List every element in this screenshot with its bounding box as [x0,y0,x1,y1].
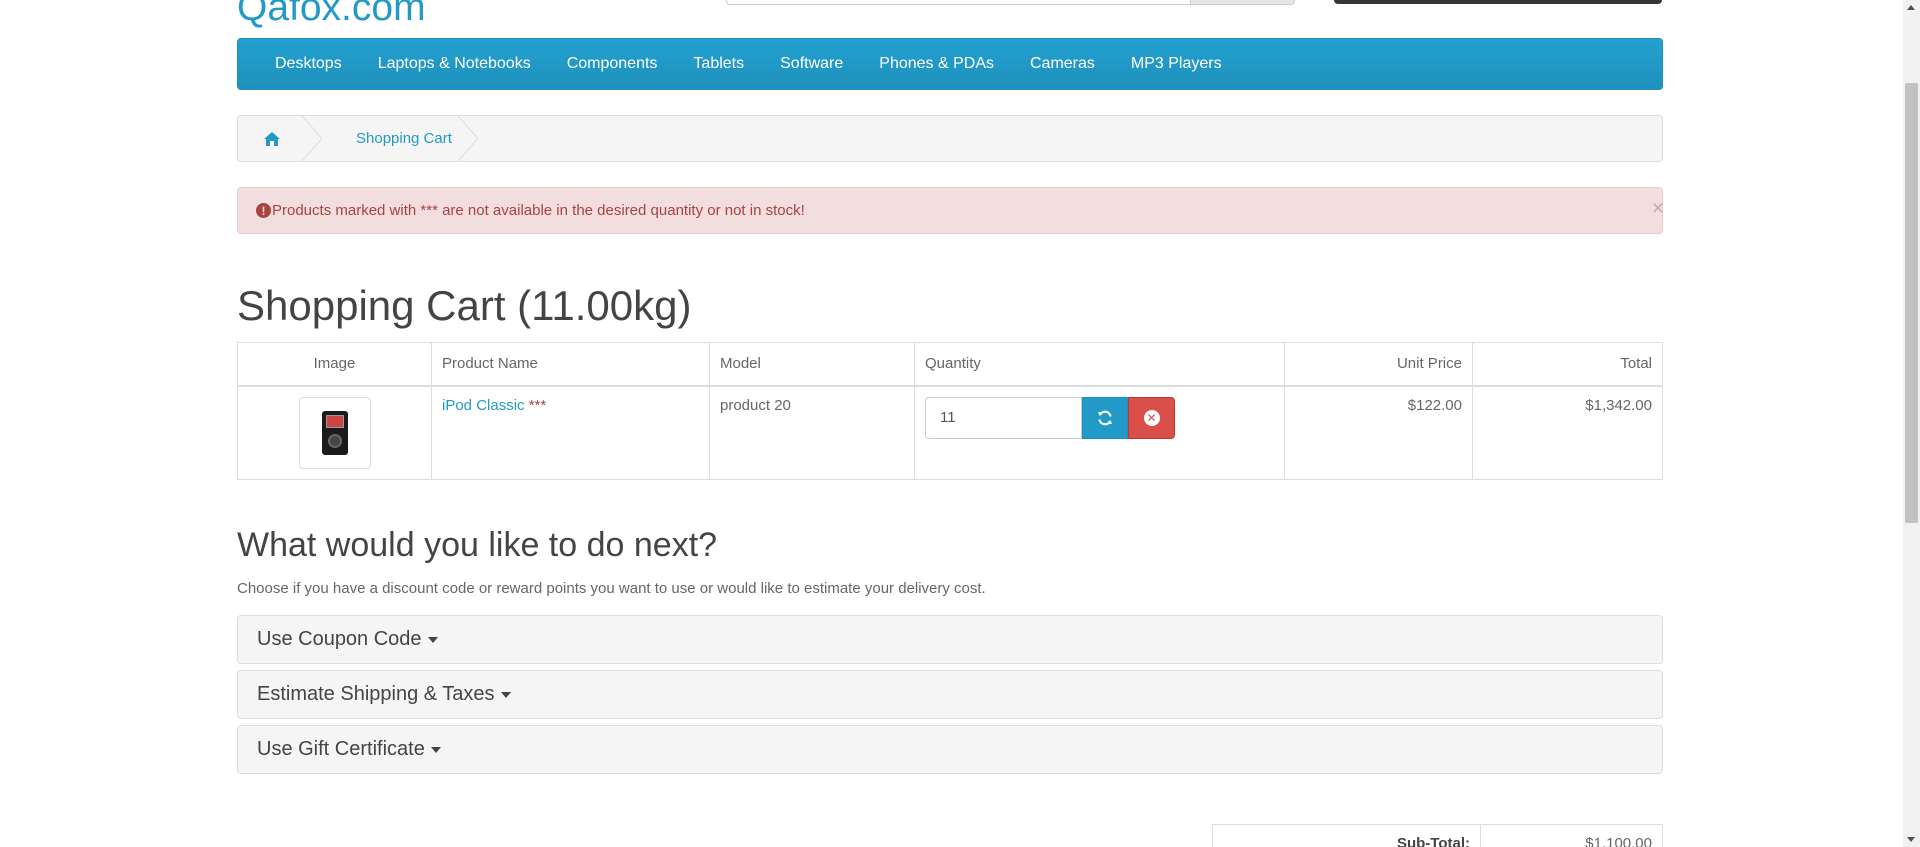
line-total: $1,342.00 [1472,385,1663,480]
nav-item-mp3-players[interactable]: MP3 Players [1113,38,1240,90]
cart-button[interactable] [1334,0,1662,4]
stock-alert: ! Products marked with *** are not avail… [237,187,1664,234]
shipping-panel-label: Estimate Shipping & Taxes [257,683,495,705]
update-button[interactable] [1082,396,1128,439]
remove-button[interactable]: ✕ [1128,396,1175,439]
nav-item-components[interactable]: Components [549,38,676,90]
alert-message: Products marked with *** are not availab… [272,202,805,219]
quantity-group: 11 ✕ [925,396,1274,439]
main-navbar: Desktops Laptops & Notebooks Components … [237,38,1663,90]
nav-item-phones[interactable]: Phones & PDAs [861,38,1012,90]
quantity-input[interactable]: 11 [925,396,1082,439]
search-button[interactable] [1190,0,1295,5]
scroll-thumb[interactable] [1905,83,1918,523]
times-circle-icon: ✕ [1143,409,1160,426]
product-name-link[interactable]: iPod Classic [442,397,525,414]
site-logo[interactable]: Qafox.com [237,0,426,27]
quantity-cell: 11 ✕ [914,385,1285,480]
column-header-model: Model [709,342,915,386]
caret-down-icon [427,636,438,643]
nav-item-desktops[interactable]: Desktops [257,38,360,90]
nav-item-software[interactable]: Software [762,38,861,90]
scroll-down-arrow-icon[interactable] [1907,837,1915,842]
exclamation-circle-icon: ! [256,203,271,218]
product-thumbnail[interactable] [298,396,371,469]
caret-down-icon [500,691,511,698]
next-steps-description: Choose if you have a discount code or re… [237,580,986,597]
refresh-icon [1098,410,1112,425]
nav-item-tablets[interactable]: Tablets [675,38,762,90]
column-header-product-name: Product Name [431,342,710,386]
breadcrumb-separator [457,116,478,161]
column-header-quantity: Quantity [914,342,1285,386]
shipping-panel-toggle[interactable]: Estimate Shipping & Taxes [237,670,1663,719]
nav-item-cameras[interactable]: Cameras [1012,38,1113,90]
product-name-cell: iPod Classic *** [431,385,710,480]
totals-table: Sub-Total: $1,100.00 [1212,824,1663,847]
home-icon [264,131,280,146]
subtotal-label: Sub-Total: [1213,825,1481,847]
breadcrumb: Shopping Cart [237,115,1663,162]
column-header-unit-price: Unit Price [1284,342,1473,386]
product-image-cell [237,385,432,480]
page-title: Shopping Cart (11.00kg) [237,282,692,329]
search-input[interactable] [726,0,1191,5]
next-steps-title: What would you like to do next? [237,526,718,564]
alert-close-button[interactable]: × [1652,197,1664,221]
subtotal-value: $1,100.00 [1585,835,1652,847]
coupon-panel-label: Use Coupon Code [257,628,422,650]
cart-table: Image Product Name Model Quantity Unit P… [237,342,1663,480]
column-header-image: Image [237,342,432,386]
caret-down-icon [430,746,441,753]
product-model: product 20 [709,385,915,480]
gift-certificate-panel-label: Use Gift Certificate [257,738,425,760]
nav-item-laptops[interactable]: Laptops & Notebooks [360,38,549,90]
page-scrollbar[interactable] [1903,0,1920,847]
table-row: iPod Classic *** product 20 11 ✕ $122.00… [237,385,1663,480]
scroll-up-arrow-icon[interactable] [1907,5,1915,10]
gift-certificate-panel-toggle[interactable]: Use Gift Certificate [237,725,1663,774]
breadcrumb-home[interactable] [238,116,306,161]
coupon-panel-toggle[interactable]: Use Coupon Code [237,615,1663,664]
column-header-total: Total [1472,342,1663,386]
stock-flag: *** [528,396,547,414]
unit-price: $122.00 [1284,385,1473,480]
ipod-image [321,410,348,455]
